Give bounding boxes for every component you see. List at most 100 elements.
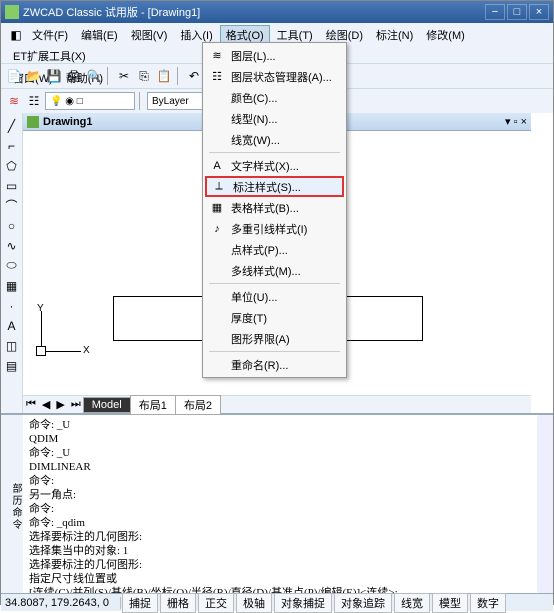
print-icon[interactable]: 🖨 bbox=[65, 67, 83, 85]
menu-item-icon: ≋ bbox=[209, 48, 225, 64]
tab-next-icon[interactable]: ▶ bbox=[53, 398, 67, 411]
polygon-icon[interactable]: ⬠ bbox=[3, 157, 21, 174]
hatch-icon[interactable]: ▦ bbox=[3, 277, 21, 294]
cmd-scrollbar[interactable] bbox=[537, 415, 553, 593]
menu-modify[interactable]: 修改(M) bbox=[420, 25, 471, 45]
menu-item-icon: ▦ bbox=[209, 200, 225, 216]
tab-model[interactable]: Model bbox=[83, 397, 131, 413]
app-icon: ◧ bbox=[7, 26, 25, 44]
pline-icon[interactable]: ⌐ bbox=[3, 137, 21, 154]
axis-y-label: Y bbox=[37, 303, 44, 314]
menu-separator bbox=[209, 351, 340, 352]
minimize-button[interactable]: − bbox=[485, 4, 505, 20]
maximize-button[interactable]: □ bbox=[507, 4, 527, 20]
cmd-history-label: 部历命令 bbox=[1, 415, 23, 593]
paste-icon[interactable]: 📋 bbox=[155, 67, 173, 85]
menu-item-label: 线宽(W)... bbox=[231, 132, 280, 148]
format-menu-item[interactable]: 图形界限(A) bbox=[205, 328, 344, 349]
circle-icon[interactable]: ○ bbox=[3, 217, 21, 234]
menu-item-label: 文字样式(X)... bbox=[231, 158, 299, 174]
format-menu-item[interactable]: 线型(N)... bbox=[205, 108, 344, 129]
layer-state-icon[interactable]: ☷ bbox=[25, 92, 43, 110]
format-menu-item[interactable]: ♪多重引线样式(I) bbox=[205, 218, 344, 239]
grid-toggle[interactable]: 栅格 bbox=[160, 593, 196, 613]
copy-icon[interactable]: ⎘ bbox=[135, 67, 153, 85]
text-icon[interactable]: A bbox=[3, 317, 21, 334]
close-button[interactable]: × bbox=[529, 4, 549, 20]
menu-item-icon: ⟂ bbox=[211, 179, 227, 195]
tab-first-icon[interactable]: ⏮ bbox=[23, 398, 39, 411]
snap-toggle[interactable]: 捕捉 bbox=[122, 593, 158, 613]
menu-file[interactable]: 文件(F) bbox=[26, 25, 74, 45]
spline-icon[interactable]: ∿ bbox=[3, 237, 21, 254]
format-dropdown: ≋图层(L)... ☷ 图层状态管理器(A)... 颜色(C)... 线型(N)... 线… bbox=[202, 42, 347, 378]
osnap-toggle[interactable]: 对象捕捉 bbox=[274, 593, 332, 613]
format-menu-item[interactable]: 线宽(W)... bbox=[205, 129, 344, 150]
lweight-toggle[interactable]: 线宽 bbox=[394, 593, 430, 613]
ortho-toggle[interactable]: 正交 bbox=[198, 593, 234, 613]
menu-item-icon: ☷ bbox=[209, 69, 225, 85]
save-icon[interactable]: 💾 bbox=[45, 67, 63, 85]
command-text[interactable]: 命令: _U QDIM 命令: _U DIMLINEAR 命令: 另一角点: 命… bbox=[23, 415, 537, 593]
numlock-toggle[interactable]: 数字 bbox=[470, 593, 506, 613]
tab-last-icon[interactable]: ⏭ bbox=[68, 398, 84, 411]
menu-dim[interactable]: 标注(N) bbox=[370, 25, 419, 45]
menu-item-icon bbox=[209, 331, 225, 347]
tab-layout2[interactable]: 布局2 bbox=[175, 395, 221, 415]
menu-item-icon bbox=[209, 357, 225, 373]
format-menu-item[interactable]: 多线样式(M)... bbox=[205, 260, 344, 281]
new-icon[interactable]: 📄 bbox=[5, 67, 23, 85]
doc-min-icon[interactable]: ▾ ▫ × bbox=[505, 115, 527, 128]
axis-x-label: X bbox=[83, 345, 90, 356]
open-icon[interactable]: 📂 bbox=[25, 67, 43, 85]
layer-combo[interactable]: 💡 ◉ □ bbox=[45, 92, 135, 110]
menu-et[interactable]: ET扩展工具(X) bbox=[7, 46, 92, 66]
format-menu-item[interactable]: 单位(U)... bbox=[205, 286, 344, 307]
preview-icon[interactable]: 🔍 bbox=[85, 67, 103, 85]
app-logo bbox=[5, 5, 19, 19]
menu-item-icon bbox=[209, 90, 225, 106]
menu-edit[interactable]: 编辑(E) bbox=[75, 25, 124, 45]
menu-item-label: 图层状态管理器(A)... bbox=[231, 69, 332, 85]
tab-layout1[interactable]: 布局1 bbox=[130, 395, 176, 415]
model-tabs: ⏮ ◀ ▶ ⏭ Model 布局1 布局2 bbox=[23, 395, 531, 413]
cut-icon[interactable]: ✂ bbox=[115, 67, 133, 85]
menu-item-label: 标注样式(S)... bbox=[233, 179, 301, 195]
menu-item-label: 颜色(C)... bbox=[231, 90, 277, 106]
format-menu-item[interactable]: A 文字样式(X)... bbox=[205, 155, 344, 176]
layer-icon[interactable]: ≋ bbox=[5, 92, 23, 110]
menu-item-icon: ♪ bbox=[209, 221, 225, 237]
format-menu-item[interactable]: 重命名(R)... bbox=[205, 354, 344, 375]
doc-title[interactable]: Drawing1 bbox=[43, 116, 93, 128]
table-icon[interactable]: ▤ bbox=[3, 357, 21, 374]
arc-icon[interactable]: ⌒ bbox=[3, 197, 21, 214]
format-menu-item[interactable]: 厚度(T) bbox=[205, 307, 344, 328]
ellipse-icon[interactable]: ⬭ bbox=[3, 257, 21, 274]
menu-item-icon bbox=[209, 263, 225, 279]
line-icon[interactable]: ╱ bbox=[3, 117, 21, 134]
menu-item-icon bbox=[209, 289, 225, 305]
format-menu-item[interactable]: ≋图层(L)... bbox=[205, 45, 344, 66]
format-menu-item[interactable]: 点样式(P)... bbox=[205, 239, 344, 260]
format-menu-item[interactable]: ▦表格样式(B)... bbox=[205, 197, 344, 218]
menu-separator bbox=[209, 152, 340, 153]
menu-item-label: 线型(N)... bbox=[231, 111, 277, 127]
doc-icon bbox=[27, 116, 39, 128]
block-icon[interactable]: ◫ bbox=[3, 337, 21, 354]
menu-item-label: 图形界限(A) bbox=[231, 331, 290, 347]
toolbar-sep bbox=[177, 67, 181, 85]
point-icon[interactable]: · bbox=[3, 297, 21, 314]
title-text: ZWCAD Classic 试用版 - [Drawing1] bbox=[23, 4, 483, 20]
polar-toggle[interactable]: 极轴 bbox=[236, 593, 272, 613]
model-toggle[interactable]: 模型 bbox=[432, 593, 468, 613]
otrack-toggle[interactable]: 对象追踪 bbox=[334, 593, 392, 613]
tab-prev-icon[interactable]: ◀ bbox=[39, 398, 53, 411]
format-menu-item[interactable]: ☷ 图层状态管理器(A)... bbox=[205, 66, 344, 87]
menu-item-icon bbox=[209, 111, 225, 127]
undo-icon[interactable]: ↶ bbox=[185, 67, 203, 85]
rect-icon[interactable]: ▭ bbox=[3, 177, 21, 194]
menu-item-icon: A bbox=[209, 158, 225, 174]
format-menu-item[interactable]: ⟂ 标注样式(S)... bbox=[205, 176, 344, 197]
format-menu-item[interactable]: 颜色(C)... bbox=[205, 87, 344, 108]
menu-view[interactable]: 视图(V) bbox=[125, 25, 174, 45]
